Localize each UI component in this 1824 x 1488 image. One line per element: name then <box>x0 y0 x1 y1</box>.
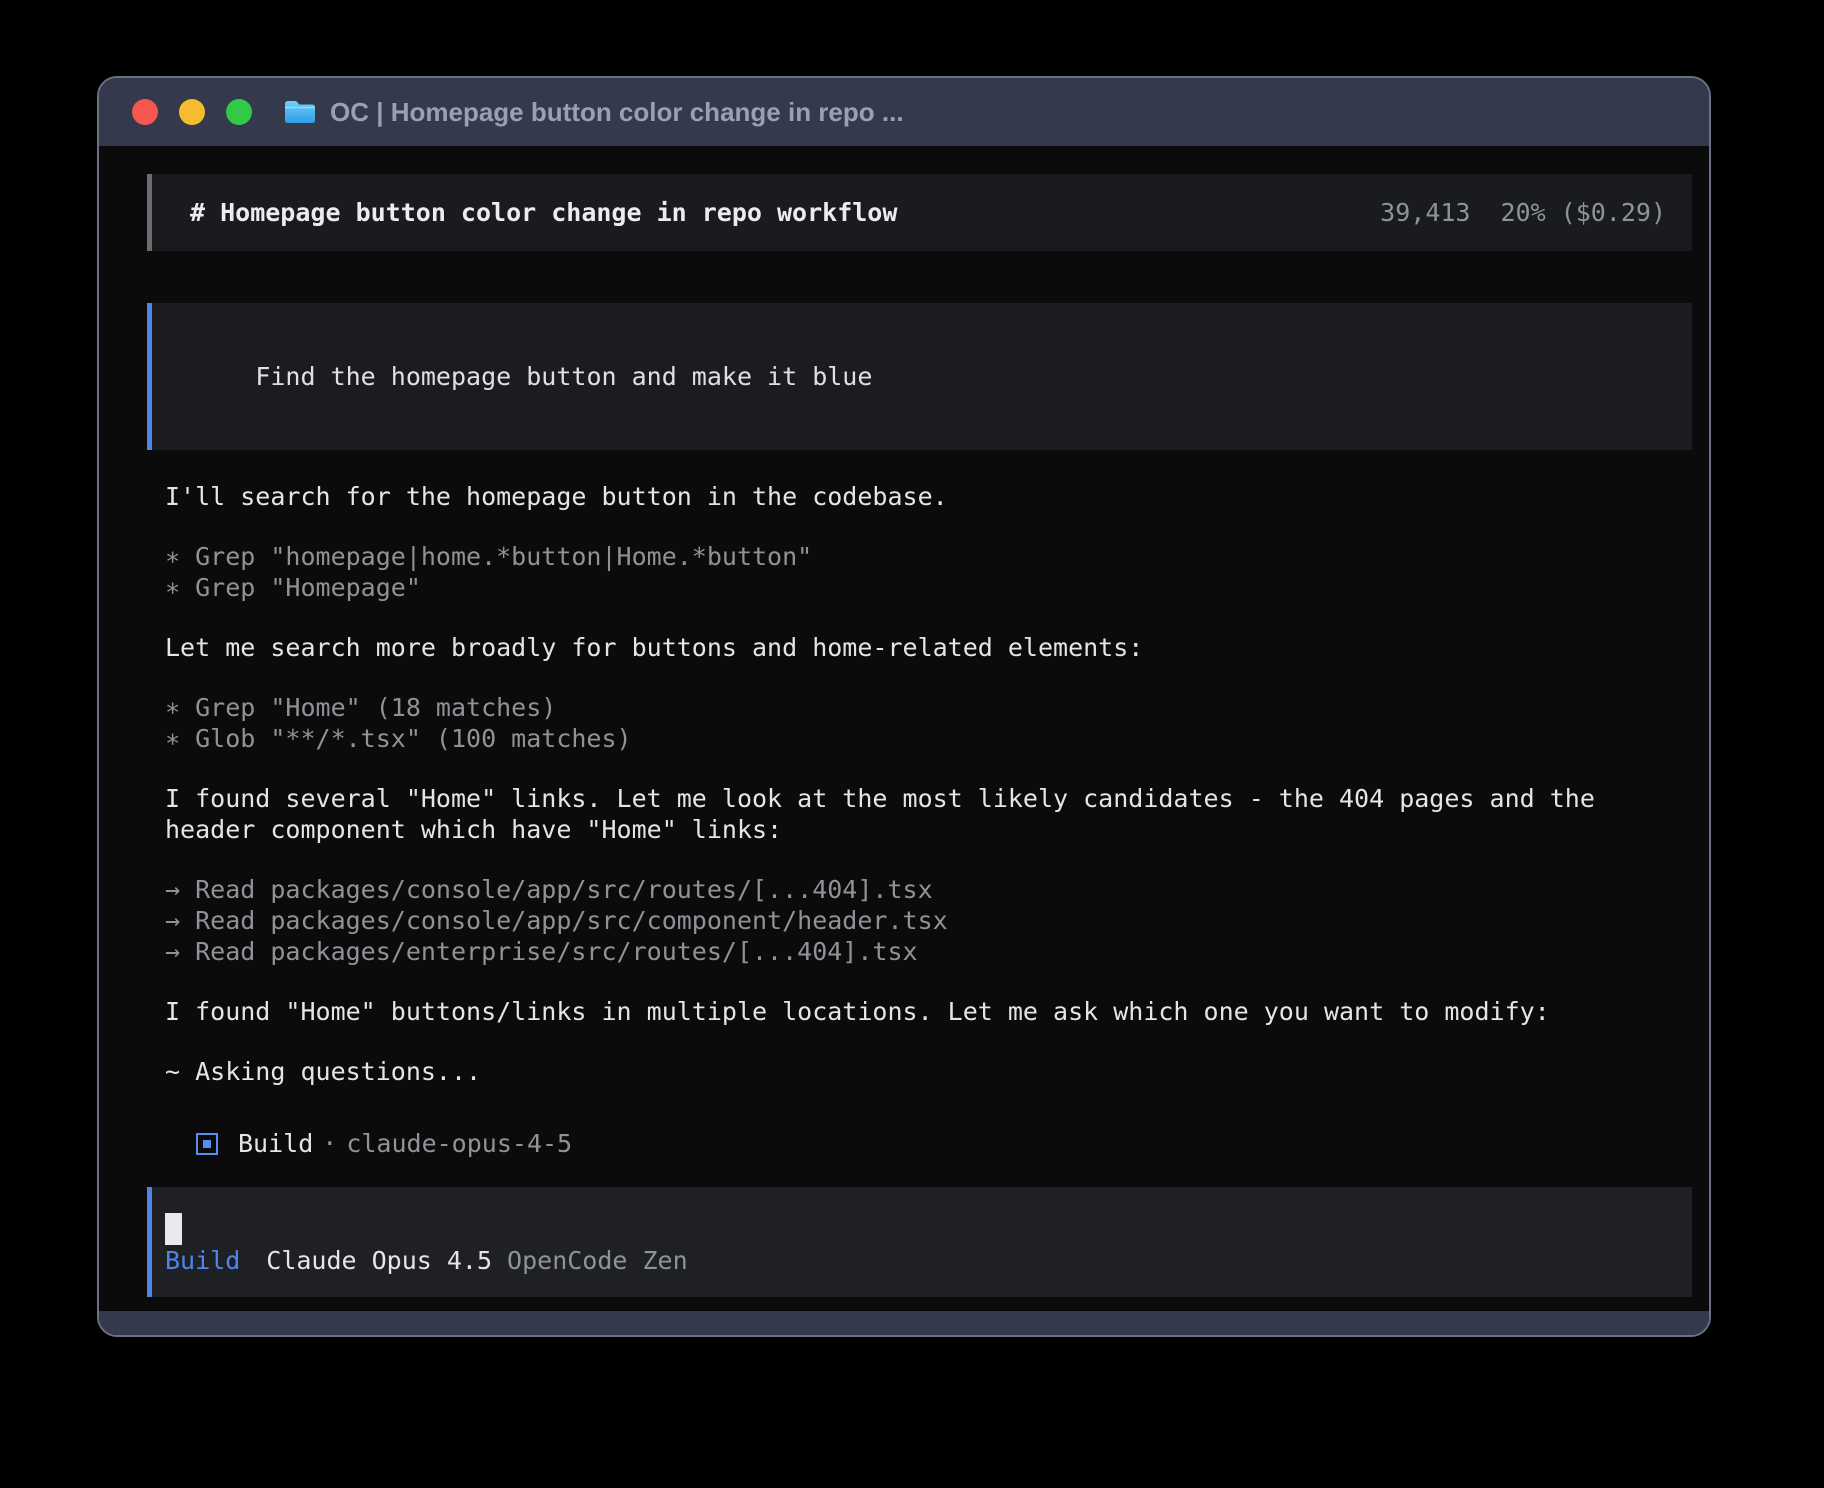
status-bar: esc interrupt ctrl+tvariantstabagentsctr… <box>165 1297 1692 1311</box>
close-button[interactable] <box>132 99 158 125</box>
assistant-text-line: Let me search more broadly for buttons a… <box>165 632 1677 663</box>
assistant-text: I'll search for the homepage button in t… <box>165 481 1677 512</box>
session-cost: ($0.29) <box>1561 197 1666 228</box>
user-message-text: Find the homepage button and make it blu… <box>255 362 872 391</box>
agent-name: Build <box>238 1128 313 1159</box>
token-count: 39,413 <box>1380 197 1470 228</box>
prompt-input[interactable]: Build Claude Opus 4.5 OpenCode Zen <box>147 1187 1692 1297</box>
window-bottom-strip <box>99 1311 1709 1335</box>
assistant-text-line: ~ Asking questions... <box>165 1056 1677 1087</box>
tool-call-group: ∗ Grep "Home" (18 matches)∗ Glob "**/*.t… <box>165 692 1677 754</box>
tool-call-line: ∗ Glob "**/*.tsx" (100 matches) <box>165 723 1677 754</box>
agent-model: claude-opus-4-5 <box>346 1128 572 1159</box>
tool-call-group: → Read packages/console/app/src/routes/[… <box>165 874 1677 967</box>
tool-call-group: ∗ Grep "homepage|home.*button|Home.*butt… <box>165 541 1677 603</box>
conversation: I'll search for the homepage button in t… <box>165 481 1677 1116</box>
traffic-lights <box>132 99 252 125</box>
terminal-window: OC | Homepage button color change in rep… <box>97 76 1711 1337</box>
input-model-label[interactable]: Claude Opus 4.5 <box>266 1245 492 1276</box>
assistant-text: ~ Asking questions... <box>165 1056 1677 1087</box>
session-header: # Homepage button color change in repo w… <box>147 174 1692 251</box>
assistant-text: I found "Home" buttons/links in multiple… <box>165 996 1677 1027</box>
tool-call-line: → Read packages/console/app/src/componen… <box>165 905 1677 936</box>
assistant-text-line: I found "Home" buttons/links in multiple… <box>165 996 1677 1027</box>
input-meta: Build Claude Opus 4.5 OpenCode Zen <box>165 1245 1672 1276</box>
session-stats: 39,413 20% ($0.29) <box>1380 197 1666 228</box>
tool-call-line: → Read packages/enterprise/src/routes/[.… <box>165 936 1677 967</box>
agent-build-icon <box>196 1133 218 1155</box>
titlebar[interactable]: OC | Homepage button color change in rep… <box>99 78 1709 146</box>
tool-call-line: ∗ Grep "homepage|home.*button|Home.*butt… <box>165 541 1677 572</box>
input-provider-label: OpenCode Zen <box>507 1245 688 1276</box>
agent-status-line: Build · claude-opus-4-5 <box>196 1128 1692 1159</box>
assistant-text-line: I found several "Home" links. Let me loo… <box>165 783 1677 845</box>
dot-separator: · <box>322 1128 337 1159</box>
input-agent-label[interactable]: Build <box>165 1245 240 1276</box>
user-message: Find the homepage button and make it blu… <box>147 303 1692 450</box>
text-cursor <box>165 1213 182 1245</box>
context-percent: 20% <box>1500 197 1545 228</box>
window-title: OC | Homepage button color change in rep… <box>330 97 904 128</box>
assistant-text: Let me search more broadly for buttons a… <box>165 632 1677 663</box>
tool-call-line: → Read packages/console/app/src/routes/[… <box>165 874 1677 905</box>
assistant-text-line: I'll search for the homepage button in t… <box>165 481 1677 512</box>
assistant-text: I found several "Home" links. Let me loo… <box>165 783 1677 845</box>
tool-call-line: ∗ Grep "Homepage" <box>165 572 1677 603</box>
tool-call-line: ∗ Grep "Home" (18 matches) <box>165 692 1677 723</box>
zoom-button[interactable] <box>226 99 252 125</box>
folder-icon <box>284 99 316 125</box>
session-title: # Homepage button color change in repo w… <box>190 197 897 228</box>
minimize-button[interactable] <box>179 99 205 125</box>
terminal-content: # Homepage button color change in repo w… <box>99 146 1709 1311</box>
